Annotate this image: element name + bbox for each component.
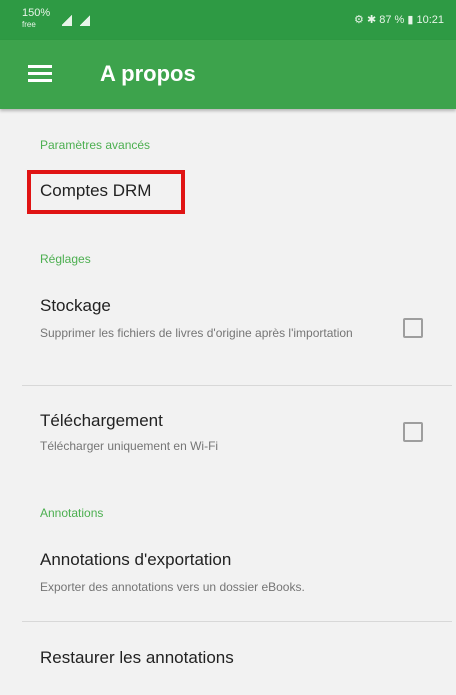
page-title: A propos xyxy=(100,61,196,86)
export-annotations-title: Annotations d'exportation xyxy=(40,550,232,569)
storage-title: Stockage xyxy=(40,296,111,315)
divider xyxy=(22,385,452,386)
restore-annotations-title: Restaurer les annotations xyxy=(40,648,234,667)
signal-bars-icon xyxy=(62,14,72,26)
carrier-info: 150% free xyxy=(22,8,50,30)
signal-bars-icon-2 xyxy=(80,14,90,26)
storage-subtitle: Supprimer les fichiers de livres d'origi… xyxy=(40,326,353,340)
section-header-settings: Réglages xyxy=(40,252,91,266)
divider-2 xyxy=(22,621,452,622)
highlight-box xyxy=(27,170,185,214)
carrier-line-2: free xyxy=(22,20,36,29)
download-title: Téléchargement xyxy=(40,411,163,430)
status-bar: 150% free ⚙ ✱ 87 % ▮ 10:21 xyxy=(0,0,456,40)
app-bar: A propos xyxy=(0,40,456,109)
hamburger-menu-icon[interactable] xyxy=(28,65,56,83)
section-header-annotations: Annotations xyxy=(40,506,104,520)
download-checkbox[interactable] xyxy=(403,422,423,442)
signal-icon xyxy=(62,14,90,26)
storage-checkbox[interactable] xyxy=(403,318,423,338)
carrier-line-1: 150% xyxy=(22,7,51,19)
download-subtitle: Télécharger uniquement en Wi-Fi xyxy=(40,439,219,453)
export-annotations-subtitle: Exporter des annotations vers un dossier… xyxy=(40,580,305,594)
section-header-advanced: Paramètres avancés xyxy=(40,138,151,152)
status-right: ⚙ ✱ 87 % ▮ 10:21 xyxy=(354,14,444,26)
